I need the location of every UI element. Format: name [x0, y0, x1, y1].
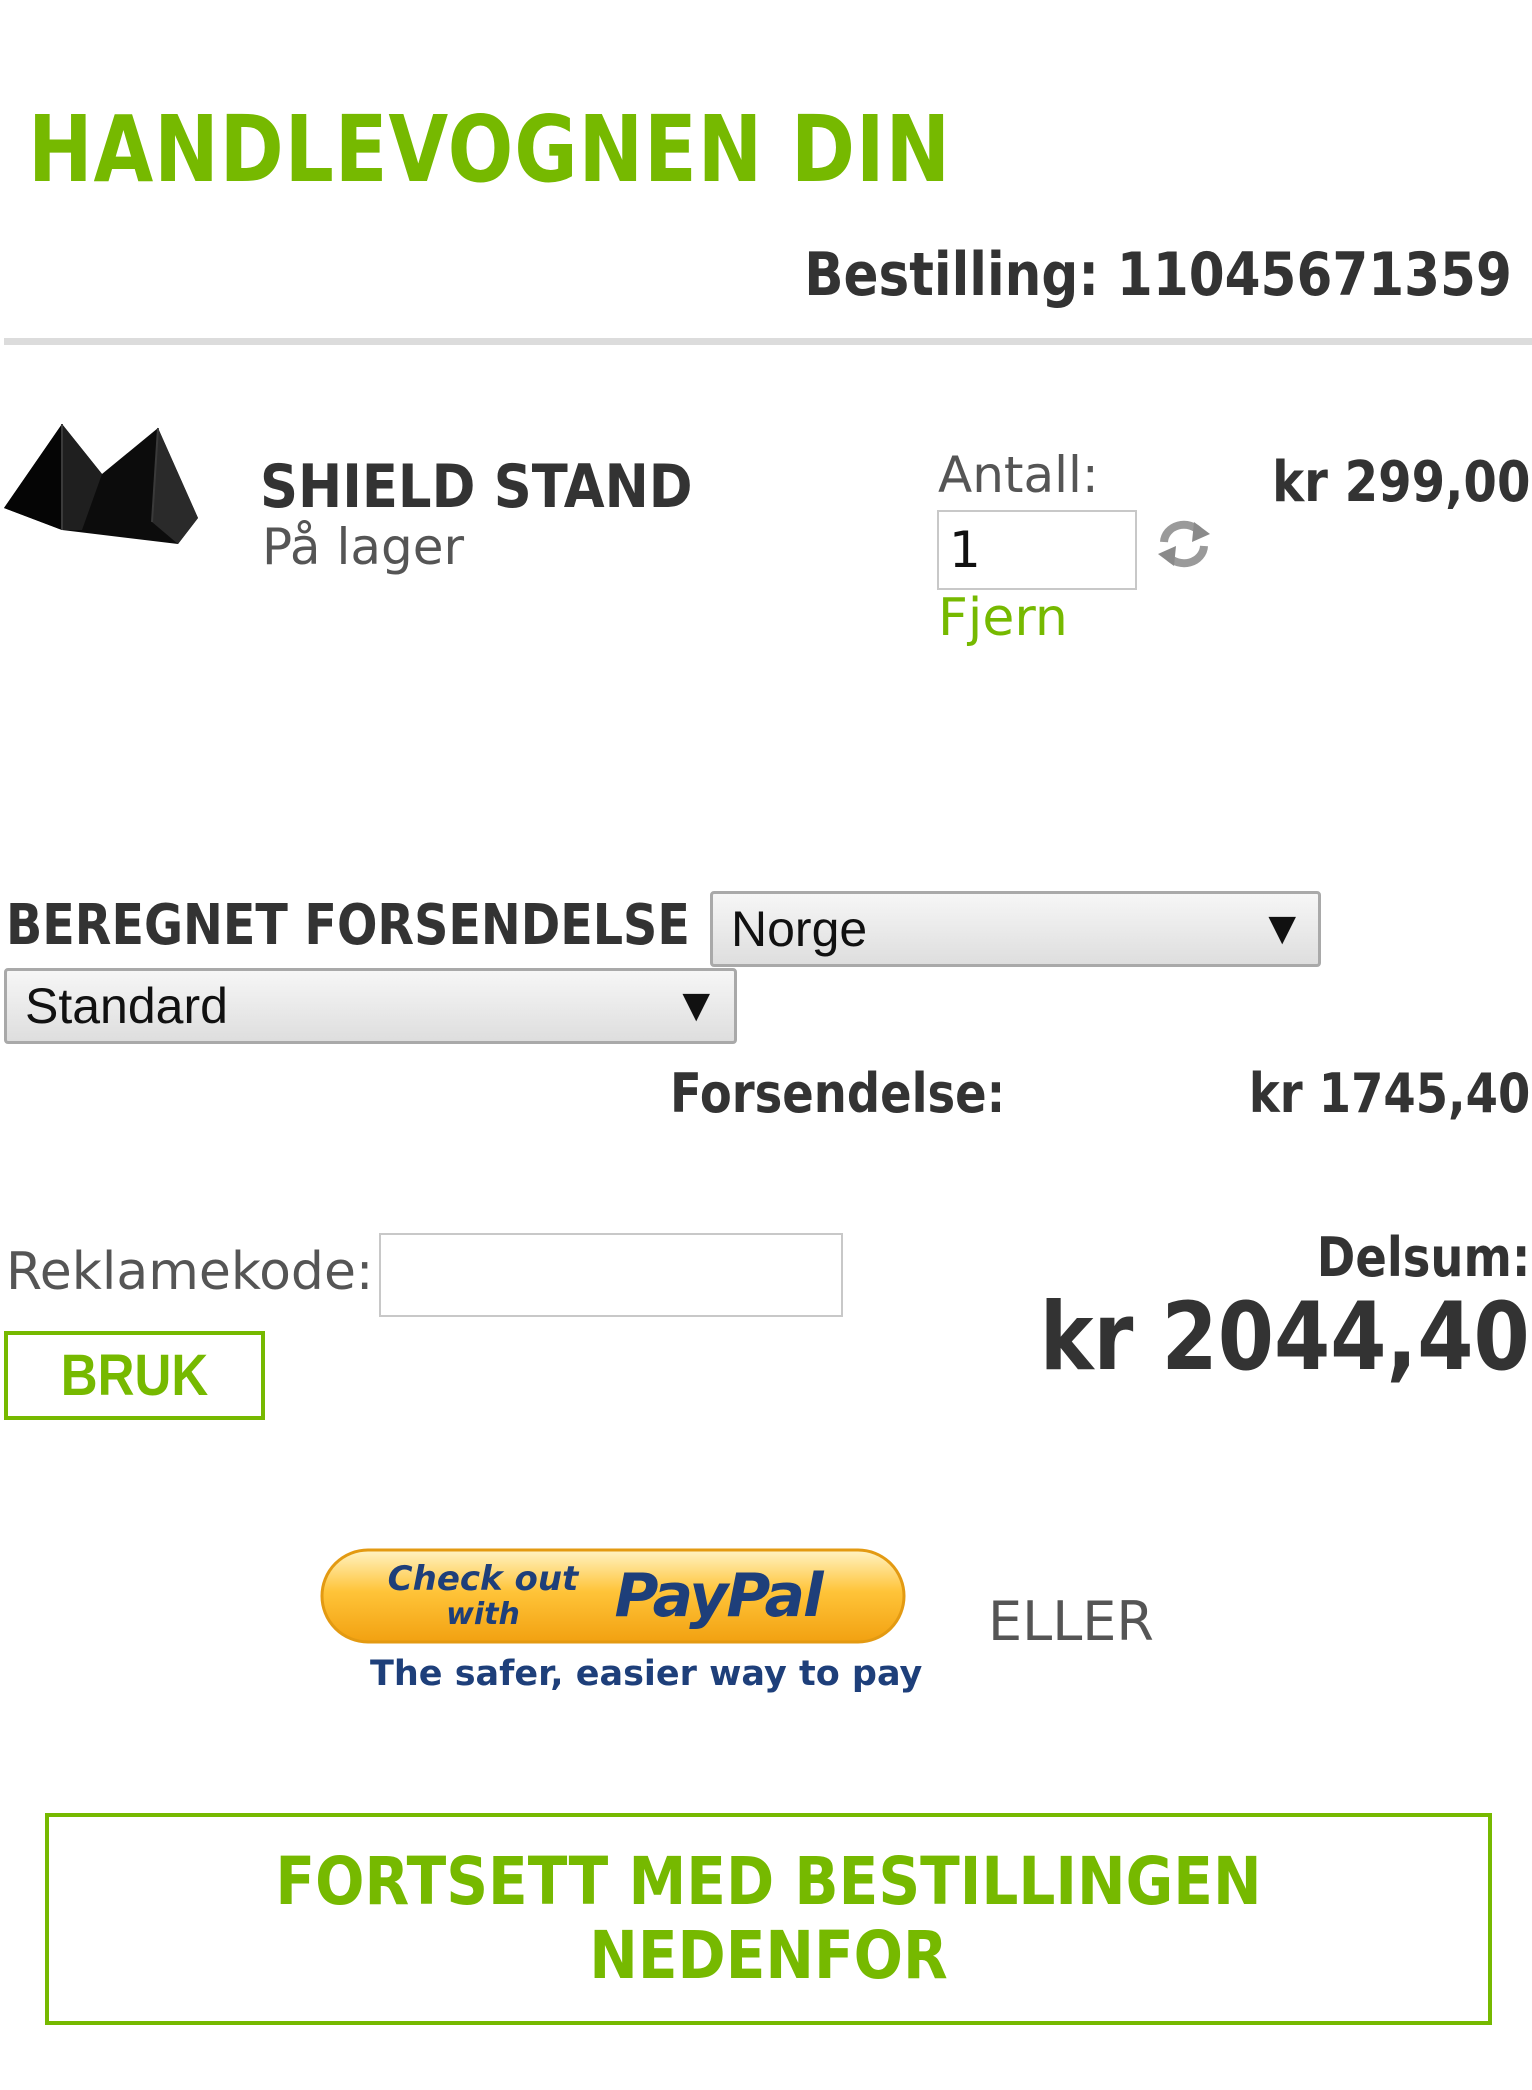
order-number: Bestilling: 11045671359 [804, 240, 1512, 310]
shipping-cost-value: kr 1745,40 [1248, 1062, 1530, 1125]
paypal-checkout-line2: with [446, 1597, 520, 1632]
dropdown-arrow-icon: ▼ [682, 985, 710, 1026]
promo-code-input[interactable] [379, 1233, 843, 1317]
apply-promo-button-label: BRUK [60, 1342, 209, 1408]
shipping-cost-label: Forsendelse: [670, 1062, 1006, 1125]
page-title: HANDLEVOGNEN DIN [28, 96, 951, 203]
continue-order-button[interactable]: FORTSETT MED BESTILLINGEN NEDENFOR [45, 1813, 1492, 2025]
product-name[interactable]: SHIELD STAND [260, 452, 693, 522]
paypal-logo: PayPal [614, 1561, 825, 1631]
shipping-method-select[interactable]: Standard ▼ [4, 968, 737, 1044]
divider [4, 338, 1532, 345]
refresh-icon[interactable] [1154, 518, 1214, 570]
item-price: kr 299,00 [1271, 450, 1530, 515]
or-separator: ELLER [988, 1590, 1154, 1653]
promo-code-label: Reklamekode: [6, 1242, 374, 1302]
shipping-estimate-label: BEREGNET FORSENDELSE [6, 893, 690, 958]
shipping-method-selected-value: Standard [25, 978, 228, 1034]
continue-order-button-label: FORTSETT MED BESTILLINGEN NEDENFOR [275, 1843, 1262, 1994]
subtotal-label: Delsum: [1316, 1226, 1530, 1289]
subtotal-value: kr 2044,40 [1040, 1283, 1530, 1392]
country-select[interactable]: Norge ▼ [710, 891, 1321, 967]
dropdown-arrow-icon: ▼ [1268, 908, 1296, 949]
product-image [4, 424, 198, 544]
country-selected-value: Norge [731, 901, 868, 957]
paypal-checkout-line1: Check out [388, 1559, 580, 1599]
apply-promo-button[interactable]: BRUK [4, 1331, 265, 1420]
paypal-tagline: The safer, easier way to pay [370, 1654, 923, 1694]
remove-link[interactable]: Fjern [938, 588, 1068, 648]
paypal-checkout-button[interactable]: Check out with PayPal [320, 1548, 906, 1644]
stock-status: På lager [262, 518, 465, 576]
quantity-input[interactable] [937, 510, 1137, 590]
quantity-label: Antall: [938, 446, 1099, 504]
